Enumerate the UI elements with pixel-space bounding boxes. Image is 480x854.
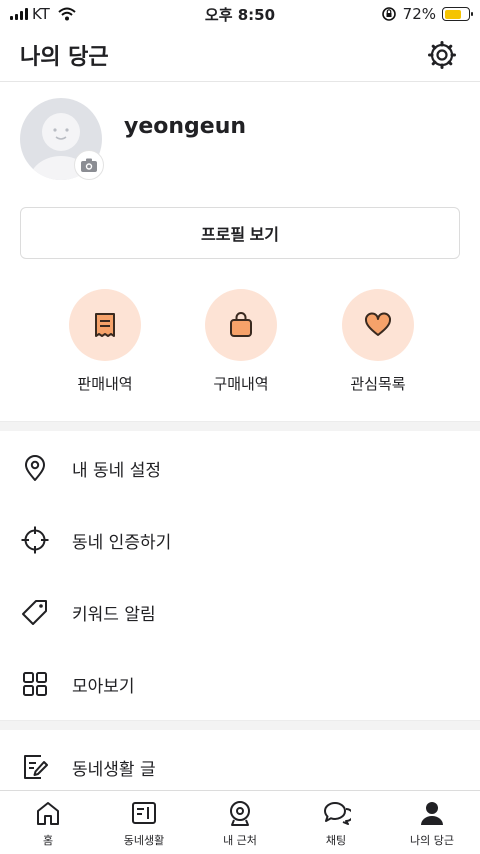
- menu-item-neighborhood-settings[interactable]: 내 동네 설정: [0, 432, 480, 504]
- grid-icon: [20, 669, 50, 699]
- tag-icon: [20, 597, 50, 627]
- edit-note-icon: [20, 752, 50, 782]
- chat-icon: [324, 802, 351, 825]
- menu-item-collections[interactable]: 모아보기: [0, 648, 480, 720]
- menu-label: 동네 인증하기: [72, 532, 172, 553]
- signal-icon: [10, 8, 28, 20]
- battery-icon: [442, 7, 473, 21]
- menu-label: 동네생활 글: [72, 759, 156, 780]
- status-right: 72%: [381, 5, 473, 23]
- nav-my-karrot[interactable]: 나의 당근: [384, 791, 480, 854]
- quick-circle: [342, 289, 414, 361]
- camera-icon: [81, 158, 97, 172]
- quick-label: 판매내역: [77, 375, 133, 393]
- nav-label: 동네생활: [123, 834, 165, 847]
- wifi-icon: [58, 7, 76, 21]
- quick-item-purchases[interactable]: 구매내역: [181, 289, 301, 394]
- location-pin-icon: [20, 453, 50, 483]
- menu-item-verify-neighborhood[interactable]: 동네 인증하기: [0, 504, 480, 576]
- nav-label: 내 근처: [223, 834, 257, 847]
- menu-item-keyword-alerts[interactable]: 키워드 알림: [0, 576, 480, 648]
- nav-label: 채팅: [325, 834, 347, 847]
- menu-label: 키워드 알림: [72, 604, 156, 625]
- status-bar: KT 오후 8:50 72%: [0, 0, 480, 28]
- battery-percent: 72%: [402, 5, 436, 23]
- profile-section: yeongeun: [20, 98, 460, 188]
- orientation-lock-icon: [381, 6, 397, 22]
- nav-nearby[interactable]: 내 근처: [192, 791, 288, 854]
- map-pin-icon: [230, 801, 250, 826]
- quick-item-sales[interactable]: 판매내역: [45, 289, 165, 394]
- nav-label: 홈: [42, 834, 54, 847]
- view-profile-button[interactable]: 프로필 보기: [20, 207, 460, 259]
- receipt-icon: [95, 313, 115, 337]
- menu-label: 내 동네 설정: [72, 460, 162, 481]
- avatar-wrap[interactable]: [20, 98, 104, 180]
- status-left: KT: [10, 5, 76, 23]
- gear-icon: [428, 40, 456, 69]
- section-divider: [0, 720, 480, 730]
- quick-item-wishlist[interactable]: 관심목록: [318, 289, 438, 394]
- menu-label: 모아보기: [72, 676, 135, 697]
- quick-label: 관심목록: [350, 375, 406, 393]
- carrier-label: KT: [32, 5, 50, 23]
- app-header: 나의 당근: [0, 28, 480, 82]
- nav-chat[interactable]: 채팅: [288, 791, 384, 854]
- quick-circle: [69, 289, 141, 361]
- nav-label: 나의 당근: [410, 834, 454, 847]
- quick-circle: [205, 289, 277, 361]
- nickname: yeongeun: [124, 114, 247, 139]
- board-icon: [132, 802, 156, 824]
- person-icon: [421, 802, 443, 825]
- home-icon: [37, 802, 59, 825]
- heart-icon: [365, 312, 391, 336]
- crosshair-icon: [20, 525, 50, 555]
- nav-home[interactable]: 홈: [0, 791, 96, 854]
- camera-button[interactable]: [74, 150, 104, 180]
- section-divider: [0, 421, 480, 431]
- shopping-bag-icon: [230, 312, 252, 337]
- settings-button[interactable]: [424, 37, 460, 73]
- bottom-nav: 홈 동네생활 내 근처 채팅 나의 당근: [0, 790, 480, 854]
- nav-community[interactable]: 동네생활: [96, 791, 192, 854]
- quick-label: 구매내역: [213, 375, 269, 393]
- battery-fill: [444, 9, 462, 19]
- page-title: 나의 당근: [20, 44, 109, 70]
